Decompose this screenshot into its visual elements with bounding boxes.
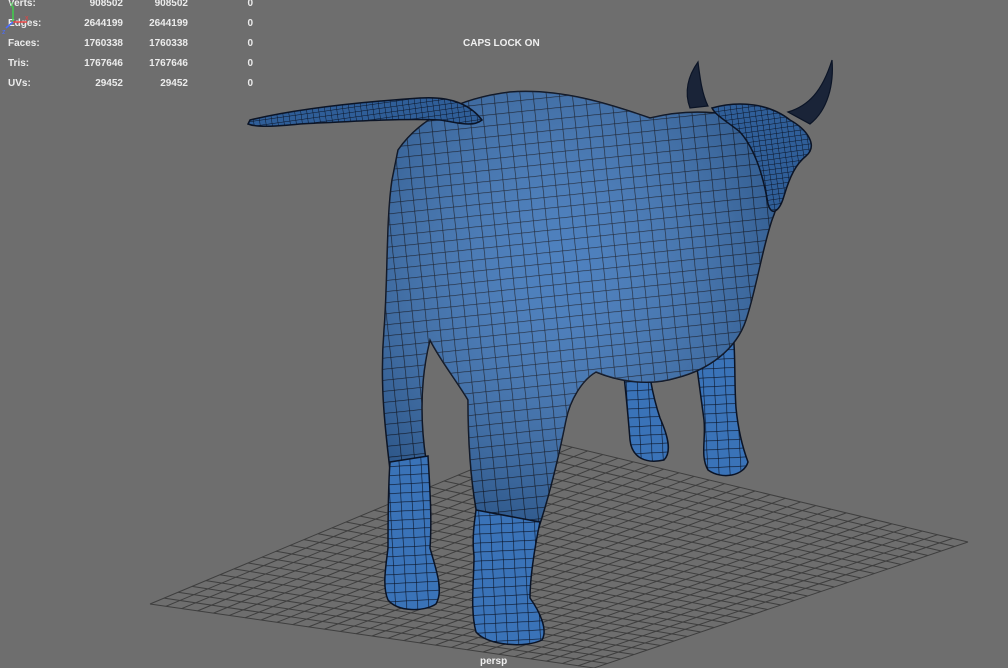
y-axis-label: y xyxy=(10,1,14,8)
hud-label: UVs: xyxy=(8,78,31,89)
camera-name-label: persp xyxy=(480,656,508,667)
z-axis-line xyxy=(5,21,14,29)
ground-grid xyxy=(149,439,969,668)
hud-value: 0 xyxy=(247,0,253,9)
bull-mesh[interactable] xyxy=(246,59,833,646)
hud-value: 0 xyxy=(247,38,253,49)
hud-value: 1767646 xyxy=(84,58,123,69)
left-horn[interactable] xyxy=(686,60,709,109)
hud-row-uvs: UVs: 29452 29452 0 xyxy=(0,78,260,92)
z-axis-label: z xyxy=(2,29,6,36)
hud-value: 0 xyxy=(247,78,253,89)
caps-lock-notice: CAPS LOCK ON xyxy=(463,38,540,49)
x-axis-label: x xyxy=(25,15,29,22)
hud-row-tris: Tris: 1767646 1767646 0 xyxy=(0,58,260,72)
hud-value: 29452 xyxy=(95,78,123,89)
hud-value: 908502 xyxy=(154,0,188,9)
hud-value: 2644199 xyxy=(149,18,188,29)
hud-label: Faces: xyxy=(8,38,40,49)
grid-line xyxy=(498,519,877,655)
hud-row-edges: Edges: 2644199 2644199 0 xyxy=(0,18,260,32)
viewport-canvas[interactable] xyxy=(0,0,1008,668)
grid-line xyxy=(541,439,969,543)
hud-value: 1760338 xyxy=(149,38,188,49)
grid-line xyxy=(514,523,893,658)
grid-line xyxy=(403,497,786,642)
perspective-viewport[interactable]: Verts: 908502 908502 0 Edges: 2644199 26… xyxy=(0,0,1008,668)
hud-row-verts: Verts: 908502 908502 0 xyxy=(0,0,260,12)
right-hind-leg[interactable] xyxy=(471,509,545,646)
left-hind-leg[interactable] xyxy=(384,455,441,611)
grid-line xyxy=(530,526,908,660)
hud-value: 1760338 xyxy=(84,38,123,49)
right-horn[interactable] xyxy=(786,59,833,125)
hud-label: Tris: xyxy=(8,58,30,69)
hud-value: 29452 xyxy=(160,78,188,89)
axis-gizmo-icon: y x z xyxy=(2,1,29,36)
hud-row-faces: Faces: 1760338 1760338 0 xyxy=(0,38,260,52)
hud-value: 0 xyxy=(247,58,253,69)
hud-value: 1767646 xyxy=(149,58,188,69)
hud-value: 0 xyxy=(247,18,253,29)
hud-value: 2644199 xyxy=(84,18,123,29)
grid-line xyxy=(546,530,923,662)
hud-value: 908502 xyxy=(89,0,123,9)
